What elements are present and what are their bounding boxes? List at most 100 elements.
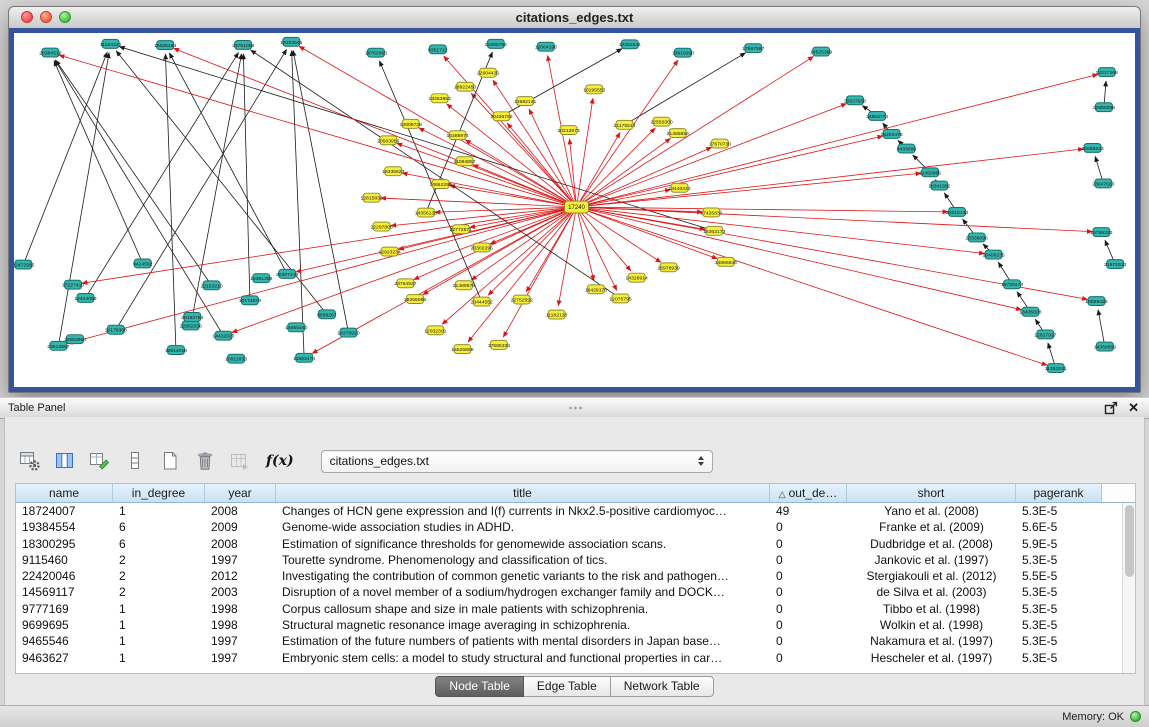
graph-node-label: 13453863 — [429, 96, 451, 102]
column-header-pagerank[interactable]: pagerank — [1016, 484, 1102, 503]
scrollbar-thumb[interactable] — [1125, 505, 1134, 577]
column-header-title[interactable]: title — [276, 484, 770, 503]
cell-year: 1997 — [205, 650, 276, 666]
function-builder-button[interactable]: f(x) — [262, 448, 298, 474]
graph-node-label: 10408235 — [982, 253, 1004, 259]
delete-button[interactable] — [192, 448, 218, 474]
table-row[interactable]: 969969511998Structural magnetic resonanc… — [16, 617, 1122, 633]
create-row-icon — [124, 450, 146, 472]
sort-indicator-icon: △ — [779, 489, 786, 499]
table-header-row: namein_degreeyeartitle△out_de…shortpager… — [16, 484, 1135, 503]
cell-name: 19384554 — [16, 519, 113, 535]
table-row[interactable]: 2242004622012Investigating the contribut… — [16, 568, 1122, 584]
float-panel-icon[interactable] — [1104, 401, 1118, 415]
graph-node-label: 15253545 — [280, 40, 302, 46]
show-columns-icon — [54, 450, 76, 472]
graph-node-label: 22550300 — [650, 120, 672, 126]
graph-node-label: 21085754 — [485, 42, 507, 48]
tab-edge-table[interactable]: Edge Table — [524, 676, 611, 697]
cell-pagerank: 5.3E-5 — [1016, 617, 1102, 633]
window-titlebar[interactable]: citations_edges.txt — [9, 7, 1140, 29]
new-file-button[interactable] — [157, 448, 183, 474]
network-view-frame: 1724017426831183631731488684415978939143… — [9, 28, 1140, 392]
import-table-button[interactable] — [227, 448, 253, 474]
table-settings-button[interactable] — [17, 448, 43, 474]
cell-in_degree: 1 — [113, 617, 205, 633]
network-canvas[interactable]: 1724017426831183631731488684415978939143… — [14, 33, 1135, 387]
table-scrollbar[interactable] — [1122, 503, 1135, 673]
tab-node-table[interactable]: Node Table — [435, 676, 524, 697]
cell-pagerank: 5.3E-5 — [1016, 601, 1102, 617]
column-header-in_degree[interactable]: in_degree — [113, 484, 205, 503]
traffic-lights — [21, 11, 71, 23]
panel-drag-handle[interactable] — [568, 406, 582, 410]
graph-node-label: 16762963 — [365, 51, 387, 57]
cell-in_degree: 2 — [113, 584, 205, 600]
graph-node-label: 12552964 — [64, 337, 86, 343]
table-row[interactable]: 1872400712008Changes of HCN gene express… — [16, 503, 1122, 519]
graph-node-label: 14432027 — [212, 334, 234, 340]
cell-out_degree: 0 — [770, 584, 847, 600]
tab-network-table[interactable]: Network Table — [611, 676, 714, 697]
cell-name: 9115460 — [16, 552, 113, 568]
graph-node-label: 21175514 — [614, 123, 636, 129]
status-bar: Memory: OK — [0, 705, 1149, 727]
graph-node-label: 10174879 — [239, 298, 261, 304]
graph-node-label: 22472995 — [14, 263, 35, 269]
graph-node-label: 12032301 — [424, 328, 446, 334]
table-row[interactable]: 1830029562008Estimation of significance … — [16, 536, 1122, 552]
cell-short: Jankovic et al. (1997) — [847, 552, 1016, 568]
new-file-icon — [159, 450, 181, 472]
column-header-short[interactable]: short — [847, 484, 1016, 503]
column-label: out_de… — [789, 486, 838, 500]
network-window: citations_edges.txt 17240174268311836317… — [8, 6, 1141, 393]
cell-name: 9777169 — [16, 601, 113, 617]
cell-short: Franke et al. (2009) — [847, 519, 1016, 535]
show-columns-button[interactable] — [52, 448, 78, 474]
cell-pagerank: 5.6E-5 — [1016, 519, 1102, 535]
graph-node-label: 22856059 — [1093, 105, 1115, 111]
graph-node-label: 14369569 — [1094, 345, 1116, 351]
graph-node-label: 23751069 — [232, 43, 254, 49]
graph-node-label: 18363173 — [703, 229, 725, 235]
table-selector-value: citations_edges.txt — [330, 454, 698, 468]
column-header-year[interactable]: year — [205, 484, 276, 503]
application: citations_edges.txt 17240174268311836317… — [0, 0, 1149, 727]
graph-node-label: 15204478 — [880, 132, 902, 138]
table-selector[interactable]: citations_edges.txt — [321, 450, 713, 473]
column-header-out_degree[interactable]: △out_de… — [770, 484, 847, 503]
graph-node-label: 11593474 — [293, 356, 315, 362]
graph-node-label: 22604425 — [477, 71, 499, 77]
column-header-name[interactable]: name — [16, 484, 113, 503]
table-row[interactable]: 977716911998Corpus callosum shape and si… — [16, 601, 1122, 617]
close-panel-icon[interactable]: ✕ — [1128, 401, 1139, 415]
table-row[interactable]: 911546021997Tourette syndrome. Phenomeno… — [16, 552, 1122, 568]
table-row[interactable]: 946362711997Embryonic stem cells: a mode… — [16, 650, 1122, 666]
graph-node-label: 22153210 — [200, 283, 222, 289]
zoom-window-button[interactable] — [59, 11, 71, 23]
graph-node-label: 20302296 — [471, 245, 493, 251]
graph-node-label: 23512567 — [47, 344, 69, 350]
cell-out_degree: 0 — [770, 633, 847, 649]
cell-short: Hescheler et al. (1997) — [847, 650, 1016, 666]
cell-year: 2008 — [205, 536, 276, 552]
table-row[interactable]: 946554611997Estimation of the future num… — [16, 633, 1122, 649]
close-window-button[interactable] — [21, 11, 33, 23]
cell-in_degree: 6 — [113, 536, 205, 552]
cell-name: 14569117 — [16, 584, 113, 600]
table-row[interactable]: 1938455462009Genome-wide association stu… — [16, 519, 1122, 535]
create-column-button[interactable] — [87, 448, 113, 474]
table-row[interactable]: 1456911722003Disruption of a novel membe… — [16, 584, 1122, 600]
citation-network-graph[interactable]: 1724017426831183631731488684415978939143… — [14, 33, 1135, 387]
minimize-window-button[interactable] — [40, 11, 52, 23]
graph-node-label: 15025464 — [154, 43, 176, 49]
create-row-button[interactable] — [122, 448, 148, 474]
graph-node-label: 14356133 — [415, 211, 437, 217]
graph-node-label: 14326914 — [626, 276, 648, 282]
cell-out_degree: 0 — [770, 536, 847, 552]
graph-node-label: 12178308 — [105, 328, 127, 334]
graph-node-label: 20537928 — [844, 98, 866, 104]
graph-node-label: 14865440 — [285, 325, 307, 331]
graph-node-label: 13440222 — [668, 186, 690, 192]
graph-node-label: 22952336 — [180, 323, 202, 329]
